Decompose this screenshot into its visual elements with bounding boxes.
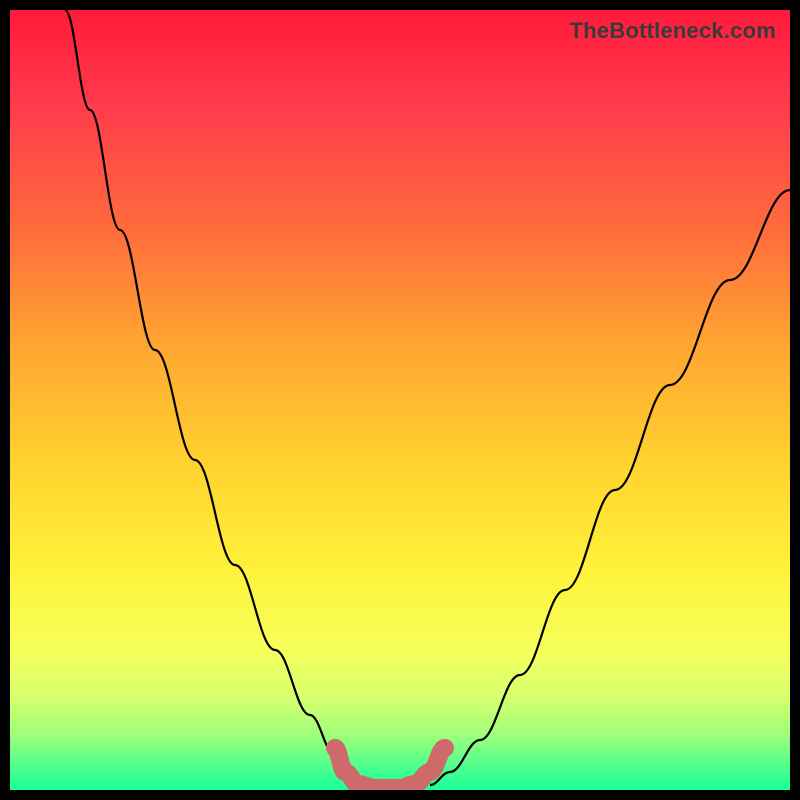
curve-left xyxy=(65,10,360,785)
curve-right xyxy=(430,190,790,785)
curve-valley-highlight xyxy=(335,748,445,788)
chart-frame: TheBottleneck.com xyxy=(0,0,800,800)
chart-plot-area: TheBottleneck.com xyxy=(10,10,790,790)
chart-svg xyxy=(10,10,790,790)
